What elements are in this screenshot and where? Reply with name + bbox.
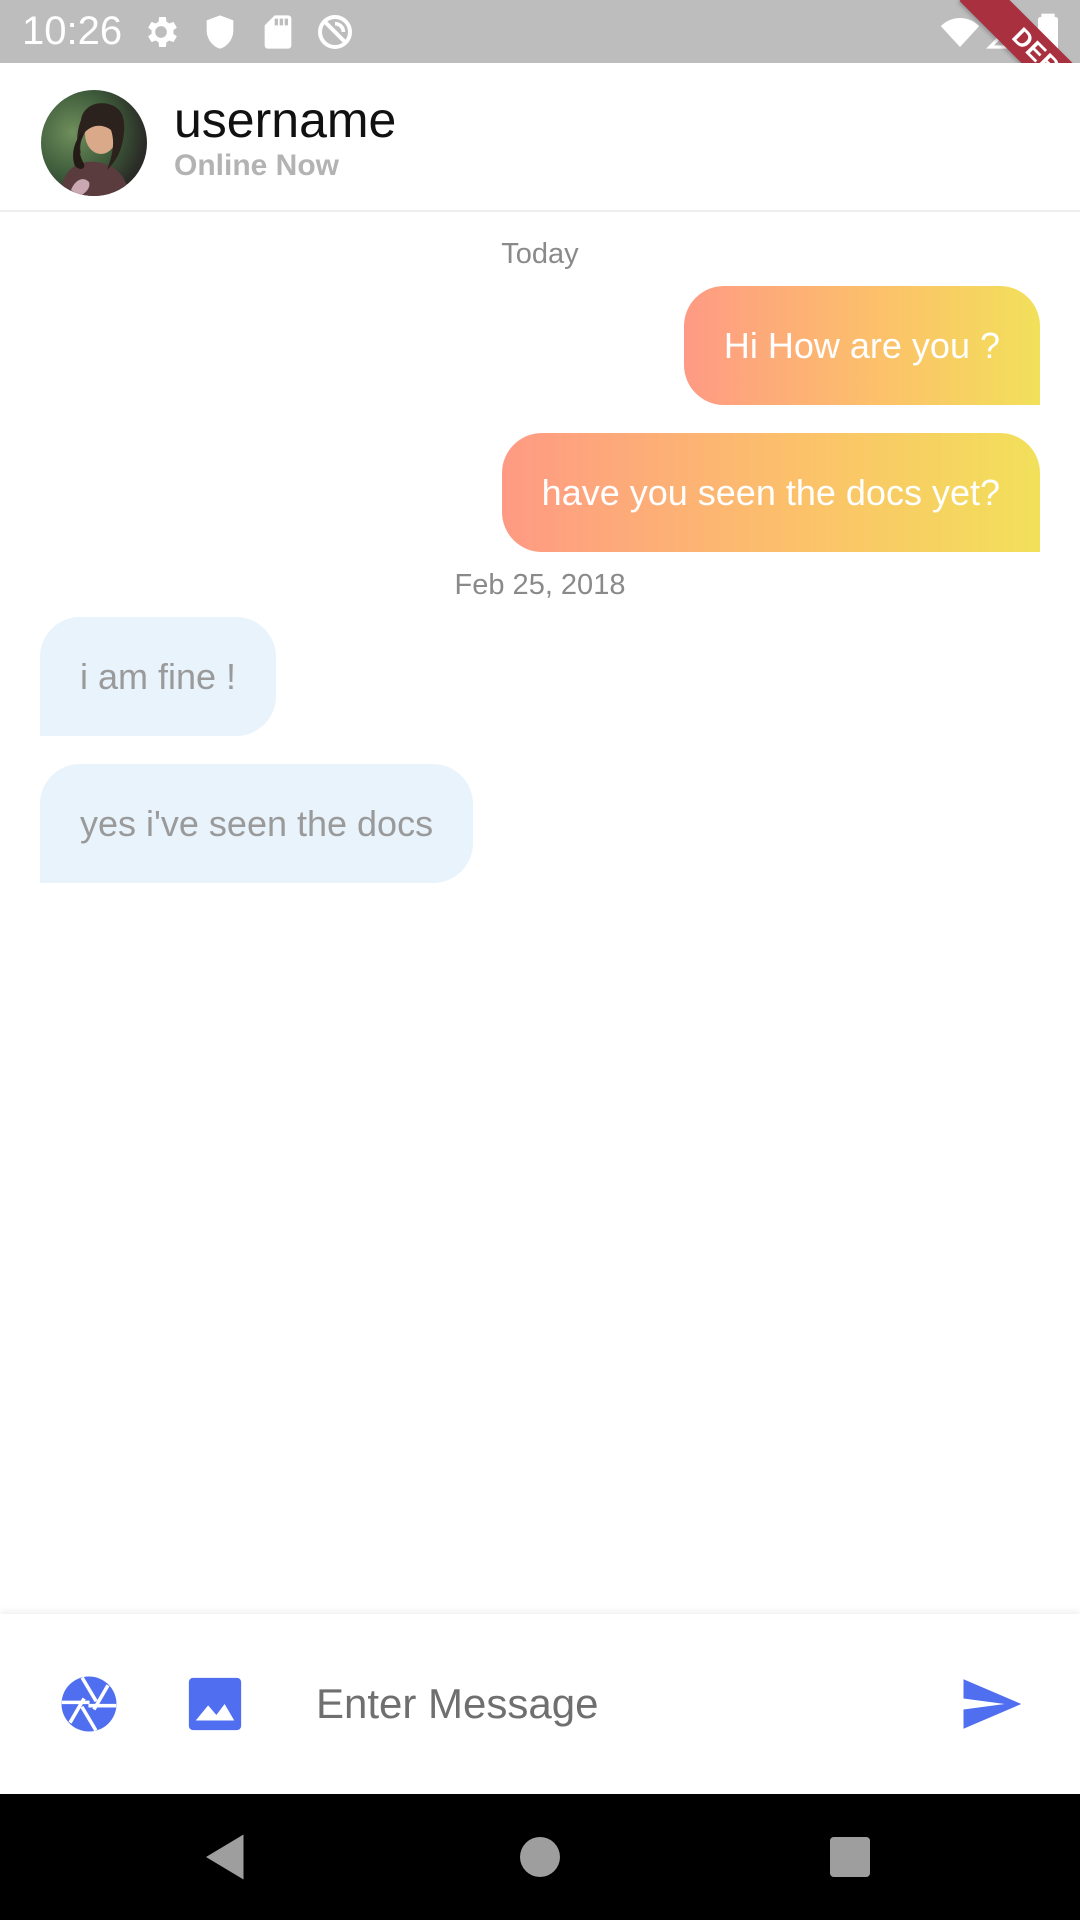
chat-screen: 10:26 DEBUG: [0, 0, 1080, 1920]
chat-header: username Online Now: [0, 63, 1080, 212]
status-bar: 10:26: [0, 0, 1080, 63]
contact-name: username: [174, 92, 397, 148]
settings-icon: [141, 12, 181, 52]
message-composer: [0, 1614, 1080, 1794]
home-icon[interactable]: [510, 1827, 570, 1887]
date-divider: Feb 25, 2018: [454, 569, 626, 601]
do-not-disturb-icon: [315, 12, 355, 52]
outgoing-message[interactable]: Hi How are you ?: [683, 286, 1040, 405]
avatar[interactable]: [41, 90, 147, 196]
camera-icon[interactable]: [56, 1671, 122, 1737]
shield-icon: [200, 12, 240, 52]
image-icon[interactable]: [182, 1671, 248, 1737]
presence-status: Online Now: [174, 149, 339, 182]
system-nav-bar: [0, 1794, 1080, 1920]
recents-icon[interactable]: [820, 1827, 880, 1887]
outgoing-message[interactable]: have you seen the docs yet?: [501, 433, 1040, 552]
send-icon[interactable]: [958, 1671, 1024, 1737]
back-icon[interactable]: [196, 1827, 256, 1887]
status-time: 10:26: [22, 9, 123, 53]
sd-card-icon: [258, 12, 298, 52]
message-input[interactable]: [316, 1669, 916, 1739]
incoming-message[interactable]: i am fine !: [40, 617, 277, 736]
incoming-message[interactable]: yes i've seen the docs: [40, 764, 474, 883]
date-divider: Today: [501, 238, 579, 270]
